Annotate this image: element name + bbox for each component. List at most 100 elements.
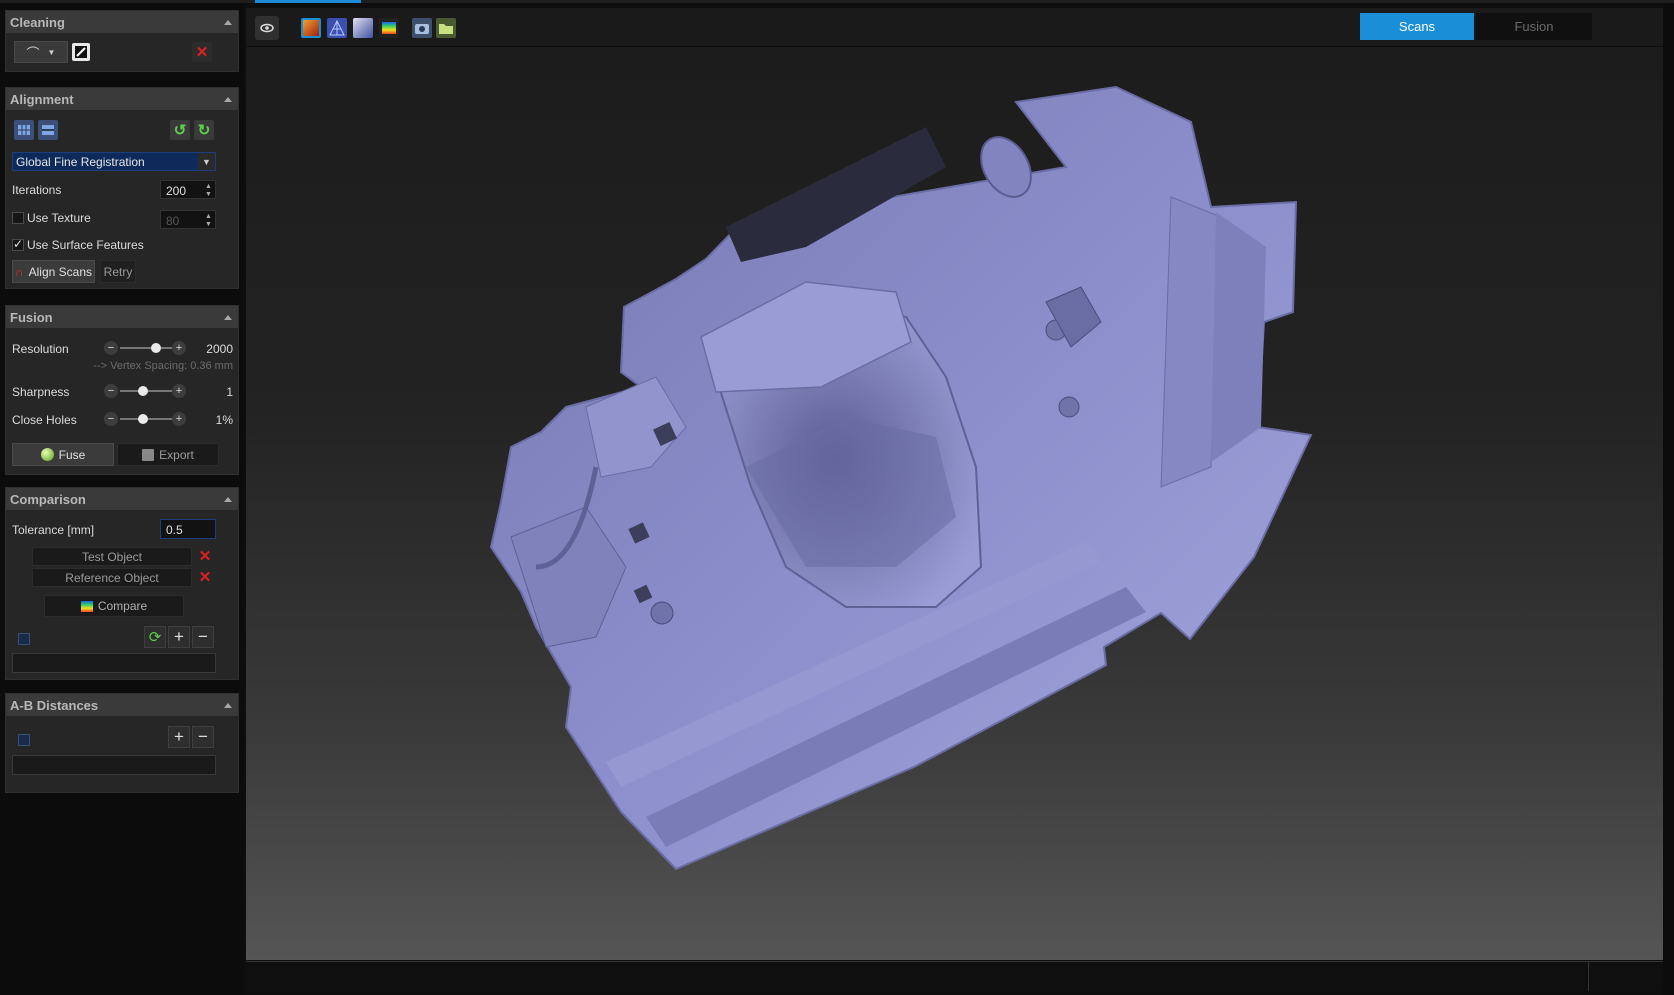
use-surface-features-checkbox[interactable] [12,237,24,251]
test-object-label: Test Object [81,549,143,564]
tolerance-input[interactable]: 0.5 [160,519,216,539]
texture-weight-spinbox[interactable]: 80 ▲ ▼ [160,210,216,229]
minus-icon: − [107,341,115,354]
delete-selection-button[interactable]: ✕ [192,42,212,62]
registration-method-value: Global Fine Registration [16,155,145,169]
close-holes-slider-knob[interactable] [138,414,149,424]
clear-test-object-button[interactable]: ✕ [196,547,214,565]
visibility-toggle-button[interactable] [255,16,279,40]
close-holes-increase-button[interactable]: + [172,412,186,426]
cleaning-panel: Cleaning ⌒ ▼ ✕ [5,10,239,72]
save-icon [142,448,155,461]
test-object-slot[interactable]: Test Object [32,547,192,566]
status-bar [246,961,1663,991]
iterations-spinbox[interactable]: 200 ▲ ▼ [160,180,216,199]
use-texture-checkbox[interactable] [12,212,24,224]
sidebar: Cleaning ⌒ ▼ ✕ Alignment ↺ ↻ Global Fine … [0,3,244,995]
redo-icon: ↻ [197,122,211,139]
remove-distance-button[interactable]: − [192,726,214,748]
scan-list-button[interactable] [38,120,58,140]
undo-button[interactable]: ↺ [170,120,190,140]
fuse-button[interactable]: Fuse [12,443,114,466]
fusion-header[interactable]: Fusion [6,306,238,328]
collapse-caret-icon[interactable] [224,19,232,25]
scan-grid-button[interactable] [14,120,34,140]
collapse-caret-icon[interactable] [224,702,232,708]
active-indicator [255,0,361,3]
close-holes-value: 1% [215,413,233,427]
texture-mode-button[interactable] [301,18,321,38]
refresh-comparison-button[interactable]: ⟳ [144,626,166,648]
registration-method-select[interactable]: Global Fine Registration ▼ [12,152,216,171]
grid-icon [18,125,30,135]
lasso-tool-dropdown[interactable]: ⌒ ▼ [14,41,68,63]
resolution-slider[interactable] [120,347,172,349]
add-comparison-button[interactable]: + [168,626,190,648]
tolerance-label: Tolerance [mm] [12,523,95,537]
reference-object-slot[interactable]: Reference Object [32,568,192,587]
comparison-visible-checkbox[interactable] [18,633,30,645]
remove-comparison-button[interactable]: − [192,626,214,648]
spin-arrows-icon[interactable]: ▲ ▼ [205,183,213,199]
wireframe-mode-button[interactable] [327,18,347,38]
chevron-down-icon: ▼ [198,153,215,170]
delete-icon: ✕ [198,569,212,586]
close-holes-decrease-button[interactable]: − [104,412,118,426]
alignment-panel: Alignment ↺ ↻ Global Fine Registration ▼… [5,87,239,289]
plus-icon: + [174,627,184,646]
screenshot-button[interactable] [412,18,432,38]
use-texture-label: Use Texture [27,211,91,225]
fusion-title: Fusion [10,309,53,325]
tab-fusion[interactable]: Fusion [1476,13,1592,40]
wireframe-icon [329,19,345,36]
retry-label: Retry [103,264,133,279]
resolution-slider-knob[interactable] [151,343,162,353]
add-distance-button[interactable]: + [168,726,190,748]
comparison-header[interactable]: Comparison [6,488,238,510]
redo-button[interactable]: ↻ [194,120,214,140]
sharpness-increase-button[interactable]: + [172,384,186,398]
viewport-toolbar: Scans Fusion [246,8,1663,46]
sharpness-slider-knob[interactable] [138,386,149,396]
ab-distances-header[interactable]: A-B Distances [6,694,238,716]
status-separator [1588,962,1589,991]
invert-selection-icon [75,46,87,58]
plus-icon: + [174,727,184,746]
colormap-mode-button[interactable] [379,18,399,38]
minus-icon: − [107,384,115,397]
compare-button[interactable]: Compare [44,595,184,617]
retry-button[interactable]: Retry [100,260,136,283]
open-folder-button[interactable] [436,18,456,38]
cleaning-header[interactable]: Cleaning [6,11,238,33]
sharpness-decrease-button[interactable]: − [104,384,118,398]
invert-selection-button[interactable] [72,43,90,61]
resolution-decrease-button[interactable]: − [104,341,118,355]
collapse-caret-icon[interactable] [224,496,232,502]
ab-distance-result-field[interactable] [12,755,216,775]
ab-distances-visible-checkbox[interactable] [18,734,30,746]
compare-label: Compare [97,599,148,613]
spin-arrows-icon[interactable]: ▲ ▼ [205,213,213,229]
right-border [1663,3,1674,995]
texture-weight-value: 80 [166,214,180,228]
plus-icon: + [175,384,183,397]
collapse-caret-icon[interactable] [224,314,232,320]
magnet-icon: ∩ [14,264,24,279]
tab-fusion-label: Fusion [1514,19,1554,34]
3d-viewport[interactable] [246,47,1663,960]
alignment-header[interactable]: Alignment [6,88,238,110]
collapse-caret-icon[interactable] [224,96,232,102]
clear-reference-object-button[interactable]: ✕ [196,568,214,586]
export-button[interactable]: Export [117,443,219,466]
screenshot-icon [415,24,429,34]
tab-scans[interactable]: Scans [1360,13,1474,40]
resolution-value: 2000 [206,342,233,356]
resolution-increase-button[interactable]: + [172,341,186,355]
alignment-title: Alignment [10,91,74,107]
fuse-label: Fuse [58,447,86,462]
shaded-mode-button[interactable] [353,18,373,38]
align-scans-button[interactable]: ∩ Align Scans [12,260,95,283]
minus-icon: − [198,727,208,746]
scanned-part-mesh[interactable] [246,47,1663,960]
comparison-result-field[interactable] [12,653,216,673]
